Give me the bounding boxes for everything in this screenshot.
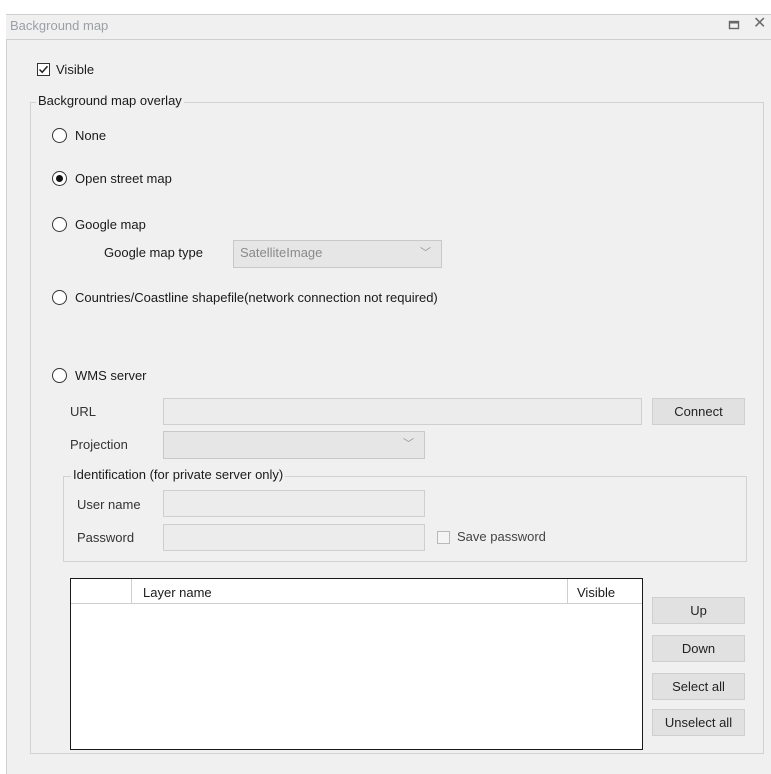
table-header-layer-name[interactable]: Layer name bbox=[143, 585, 212, 600]
password-label: Password bbox=[77, 530, 135, 545]
projection-label: Projection bbox=[70, 437, 128, 452]
visible-checkbox[interactable] bbox=[37, 63, 50, 76]
select-all-button[interactable]: Select all bbox=[652, 673, 745, 700]
visible-label: Visible bbox=[56, 62, 95, 77]
radio-countries-coastline[interactable] bbox=[52, 290, 67, 305]
header-divider bbox=[567, 579, 568, 603]
radio-wms-server[interactable] bbox=[52, 368, 67, 383]
connect-button[interactable]: Connect bbox=[652, 398, 745, 425]
radio-open-street-map[interactable] bbox=[52, 171, 67, 186]
close-icon[interactable]: ✕ bbox=[753, 16, 766, 32]
save-password-label: Save password bbox=[457, 529, 546, 544]
url-label: URL bbox=[70, 404, 97, 419]
projection-select[interactable]: ﹀ bbox=[163, 431, 425, 459]
google-map-type-select[interactable]: SatelliteImage ﹀ bbox=[233, 240, 442, 268]
maximize-icon[interactable] bbox=[728, 19, 740, 31]
checkmark-icon bbox=[38, 65, 49, 74]
radio-countries-coastline-label: Countries/Coastline shapefile(network co… bbox=[75, 290, 438, 305]
username-label: User name bbox=[77, 497, 141, 512]
identification-group-title: Identification (for private server only) bbox=[71, 467, 286, 482]
chevron-down-icon: ﹀ bbox=[403, 438, 414, 450]
username-input[interactable] bbox=[163, 490, 425, 517]
table-header-visible[interactable]: Visible bbox=[577, 585, 615, 600]
window-title: Background map bbox=[10, 18, 109, 33]
url-input[interactable] bbox=[163, 398, 642, 425]
radio-wms-server-label: WMS server bbox=[75, 368, 147, 383]
radio-open-street-map-label: Open street map bbox=[75, 171, 172, 186]
unselect-all-button[interactable]: Unselect all bbox=[652, 709, 745, 736]
chevron-down-icon: ﹀ bbox=[420, 247, 431, 259]
password-input[interactable] bbox=[163, 524, 425, 551]
radio-google-map[interactable] bbox=[52, 217, 67, 232]
radio-selected-dot bbox=[56, 175, 63, 182]
google-map-type-value: SatelliteImage bbox=[240, 245, 323, 260]
layer-table[interactable]: Layer name Visible bbox=[70, 578, 643, 750]
title-bar bbox=[6, 14, 771, 40]
radio-none[interactable] bbox=[52, 128, 67, 143]
down-button[interactable]: Down bbox=[652, 635, 745, 662]
radio-google-map-label: Google map bbox=[75, 217, 146, 232]
table-header-row: Layer name Visible bbox=[71, 579, 642, 604]
google-map-type-label: Google map type bbox=[104, 245, 204, 260]
overlay-group-title: Background map overlay bbox=[36, 93, 184, 108]
radio-none-label: None bbox=[75, 128, 107, 143]
save-password-checkbox[interactable] bbox=[437, 531, 450, 544]
header-divider bbox=[131, 579, 132, 603]
up-button[interactable]: Up bbox=[652, 597, 745, 624]
